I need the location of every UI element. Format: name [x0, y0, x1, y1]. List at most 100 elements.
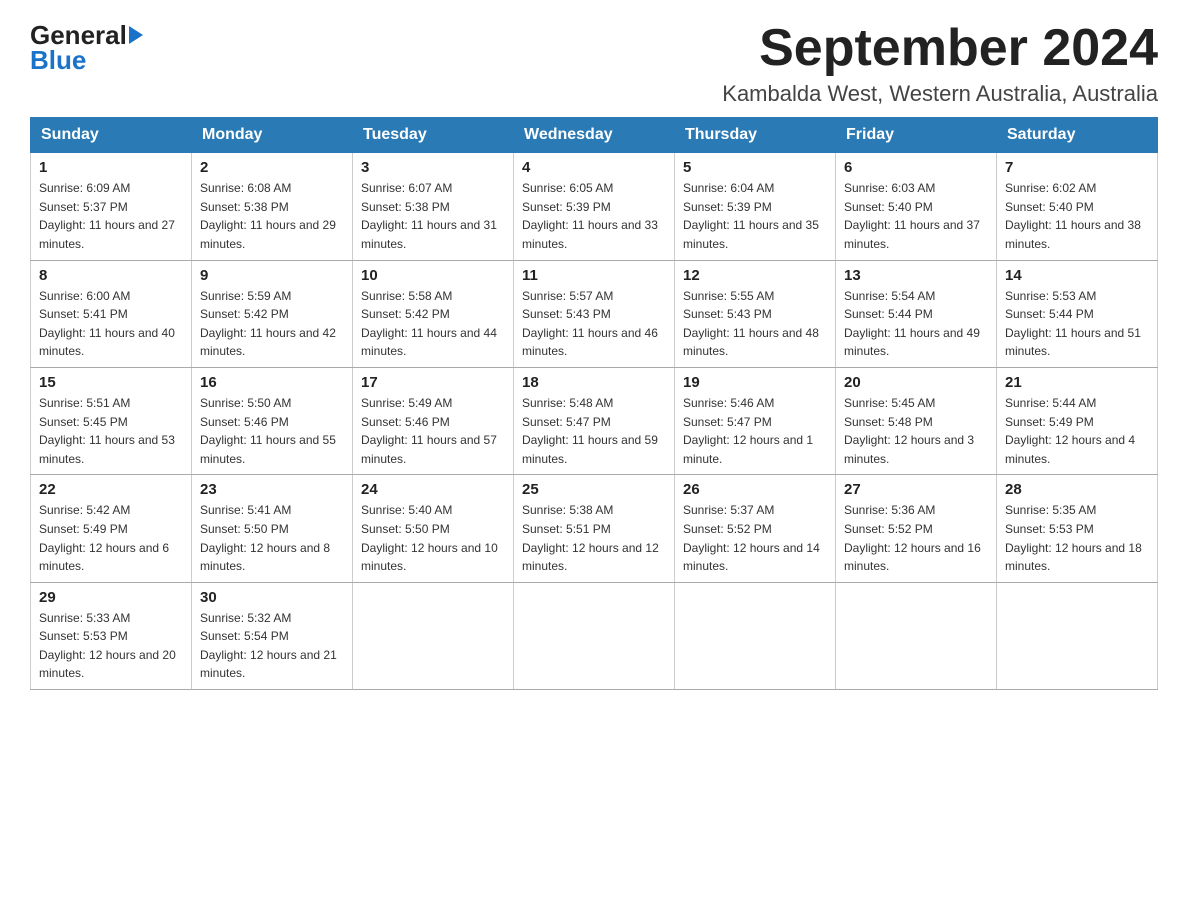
day-number: 7: [1005, 159, 1149, 176]
day-info: Sunrise: 5:49 AMSunset: 5:46 PMDaylight:…: [361, 396, 497, 466]
calendar-cell: 21 Sunrise: 5:44 AMSunset: 5:49 PMDayligh…: [997, 367, 1158, 474]
day-info: Sunrise: 5:35 AMSunset: 5:53 PMDaylight:…: [1005, 503, 1142, 573]
header-tuesday: Tuesday: [353, 118, 514, 153]
day-number: 16: [200, 374, 344, 391]
day-number: 22: [39, 481, 183, 498]
calendar-cell: 2 Sunrise: 6:08 AMSunset: 5:38 PMDaylight…: [192, 153, 353, 260]
calendar-cell: 18Sunrise: 5:48 AMSunset: 5:47 PMDayligh…: [514, 367, 675, 474]
day-number: 1: [39, 159, 183, 176]
day-info: Sunrise: 5:53 AMSunset: 5:44 PMDaylight:…: [1005, 289, 1141, 359]
calendar-cell: 14 Sunrise: 5:53 AMSunset: 5:44 PMDayligh…: [997, 260, 1158, 367]
day-info: Sunrise: 5:58 AMSunset: 5:42 PMDaylight:…: [361, 289, 497, 359]
day-info: Sunrise: 6:04 AMSunset: 5:39 PMDaylight:…: [683, 181, 819, 251]
calendar-cell: 17Sunrise: 5:49 AMSunset: 5:46 PMDayligh…: [353, 367, 514, 474]
day-number: 20: [844, 374, 988, 391]
day-number: 18: [522, 374, 666, 391]
day-info: Sunrise: 5:51 AMSunset: 5:45 PMDaylight:…: [39, 396, 175, 466]
day-info: Sunrise: 5:59 AMSunset: 5:42 PMDaylight:…: [200, 289, 336, 359]
day-number: 4: [522, 159, 666, 176]
day-info: Sunrise: 6:07 AMSunset: 5:38 PMDaylight:…: [361, 181, 497, 251]
day-number: 10: [361, 267, 505, 284]
calendar-cell: 15 Sunrise: 5:51 AMSunset: 5:45 PMDayligh…: [31, 367, 192, 474]
day-number: 30: [200, 589, 344, 606]
location-subtitle: Kambalda West, Western Australia, Austra…: [722, 81, 1158, 107]
weekday-header-row: Sunday Monday Tuesday Wednesday Thursday…: [31, 118, 1158, 153]
day-info: Sunrise: 5:54 AMSunset: 5:44 PMDaylight:…: [844, 289, 980, 359]
header-friday: Friday: [836, 118, 997, 153]
calendar-cell: 9Sunrise: 5:59 AMSunset: 5:42 PMDaylight…: [192, 260, 353, 367]
day-number: 11: [522, 267, 666, 284]
day-number: 29: [39, 589, 183, 606]
calendar-cell: 6 Sunrise: 6:03 AMSunset: 5:40 PMDaylight…: [836, 153, 997, 260]
day-info: Sunrise: 5:38 AMSunset: 5:51 PMDaylight:…: [522, 503, 659, 573]
calendar-cell: 27 Sunrise: 5:36 AMSunset: 5:52 PMDayligh…: [836, 475, 997, 582]
logo: General Blue: [30, 20, 145, 76]
calendar-cell: 4 Sunrise: 6:05 AMSunset: 5:39 PMDaylight…: [514, 153, 675, 260]
header-saturday: Saturday: [997, 118, 1158, 153]
header-wednesday: Wednesday: [514, 118, 675, 153]
day-info: Sunrise: 6:05 AMSunset: 5:39 PMDaylight:…: [522, 181, 658, 251]
calendar-cell: 5 Sunrise: 6:04 AMSunset: 5:39 PMDaylight…: [675, 153, 836, 260]
day-info: Sunrise: 5:37 AMSunset: 5:52 PMDaylight:…: [683, 503, 820, 573]
day-number: 27: [844, 481, 988, 498]
day-info: Sunrise: 5:40 AMSunset: 5:50 PMDaylight:…: [361, 503, 498, 573]
day-info: Sunrise: 6:00 AMSunset: 5:41 PMDaylight:…: [39, 289, 175, 359]
calendar-cell: [997, 582, 1158, 689]
calendar-cell: 13Sunrise: 5:54 AMSunset: 5:44 PMDayligh…: [836, 260, 997, 367]
day-info: Sunrise: 6:02 AMSunset: 5:40 PMDaylight:…: [1005, 181, 1141, 251]
day-info: Sunrise: 5:46 AMSunset: 5:47 PMDaylight:…: [683, 396, 813, 466]
calendar-cell: 7 Sunrise: 6:02 AMSunset: 5:40 PMDaylight…: [997, 153, 1158, 260]
calendar-cell: [836, 582, 997, 689]
day-number: 28: [1005, 481, 1149, 498]
day-info: Sunrise: 5:44 AMSunset: 5:49 PMDaylight:…: [1005, 396, 1135, 466]
header-monday: Monday: [192, 118, 353, 153]
day-number: 2: [200, 159, 344, 176]
calendar-cell: [514, 582, 675, 689]
calendar-cell: 3Sunrise: 6:07 AMSunset: 5:38 PMDaylight…: [353, 153, 514, 260]
day-number: 23: [200, 481, 344, 498]
calendar-cell: 28 Sunrise: 5:35 AMSunset: 5:53 PMDayligh…: [997, 475, 1158, 582]
calendar-cell: 26 Sunrise: 5:37 AMSunset: 5:52 PMDayligh…: [675, 475, 836, 582]
day-number: 19: [683, 374, 827, 391]
day-number: 26: [683, 481, 827, 498]
calendar-cell: 11 Sunrise: 5:57 AMSunset: 5:43 PMDayligh…: [514, 260, 675, 367]
day-info: Sunrise: 5:36 AMSunset: 5:52 PMDaylight:…: [844, 503, 981, 573]
calendar-cell: 20 Sunrise: 5:45 AMSunset: 5:48 PMDayligh…: [836, 367, 997, 474]
day-info: Sunrise: 5:41 AMSunset: 5:50 PMDaylight:…: [200, 503, 330, 573]
day-info: Sunrise: 5:57 AMSunset: 5:43 PMDaylight:…: [522, 289, 658, 359]
calendar-cell: [353, 582, 514, 689]
calendar-cell: 29Sunrise: 5:33 AMSunset: 5:53 PMDayligh…: [31, 582, 192, 689]
day-number: 5: [683, 159, 827, 176]
day-number: 24: [361, 481, 505, 498]
day-number: 21: [1005, 374, 1149, 391]
calendar-table: Sunday Monday Tuesday Wednesday Thursday…: [30, 117, 1158, 690]
day-info: Sunrise: 5:55 AMSunset: 5:43 PMDaylight:…: [683, 289, 819, 359]
calendar-cell: 25 Sunrise: 5:38 AMSunset: 5:51 PMDayligh…: [514, 475, 675, 582]
day-info: Sunrise: 5:45 AMSunset: 5:48 PMDaylight:…: [844, 396, 974, 466]
day-number: 6: [844, 159, 988, 176]
week-row-1: 1 Sunrise: 6:09 AMSunset: 5:37 PMDaylight…: [31, 153, 1158, 260]
header-sunday: Sunday: [31, 118, 192, 153]
logo-arrow-icon: [129, 26, 143, 44]
calendar-cell: 24 Sunrise: 5:40 AMSunset: 5:50 PMDayligh…: [353, 475, 514, 582]
calendar-cell: [675, 582, 836, 689]
logo-blue: Blue: [30, 45, 86, 76]
day-info: Sunrise: 6:09 AMSunset: 5:37 PMDaylight:…: [39, 181, 175, 251]
day-info: Sunrise: 6:03 AMSunset: 5:40 PMDaylight:…: [844, 181, 980, 251]
day-number: 15: [39, 374, 183, 391]
day-number: 14: [1005, 267, 1149, 284]
calendar-cell: 16 Sunrise: 5:50 AMSunset: 5:46 PMDayligh…: [192, 367, 353, 474]
week-row-3: 15 Sunrise: 5:51 AMSunset: 5:45 PMDayligh…: [31, 367, 1158, 474]
month-year-title: September 2024: [722, 20, 1158, 77]
day-info: Sunrise: 5:50 AMSunset: 5:46 PMDaylight:…: [200, 396, 336, 466]
day-number: 12: [683, 267, 827, 284]
day-info: Sunrise: 6:08 AMSunset: 5:38 PMDaylight:…: [200, 181, 336, 251]
calendar-cell: 1 Sunrise: 6:09 AMSunset: 5:37 PMDaylight…: [31, 153, 192, 260]
day-number: 25: [522, 481, 666, 498]
day-info: Sunrise: 5:32 AMSunset: 5:54 PMDaylight:…: [200, 611, 337, 681]
title-area: September 2024 Kambalda West, Western Au…: [722, 20, 1158, 107]
calendar-cell: 30 Sunrise: 5:32 AMSunset: 5:54 PMDayligh…: [192, 582, 353, 689]
day-number: 8: [39, 267, 183, 284]
calendar-cell: 22Sunrise: 5:42 AMSunset: 5:49 PMDayligh…: [31, 475, 192, 582]
week-row-2: 8 Sunrise: 6:00 AMSunset: 5:41 PMDaylight…: [31, 260, 1158, 367]
